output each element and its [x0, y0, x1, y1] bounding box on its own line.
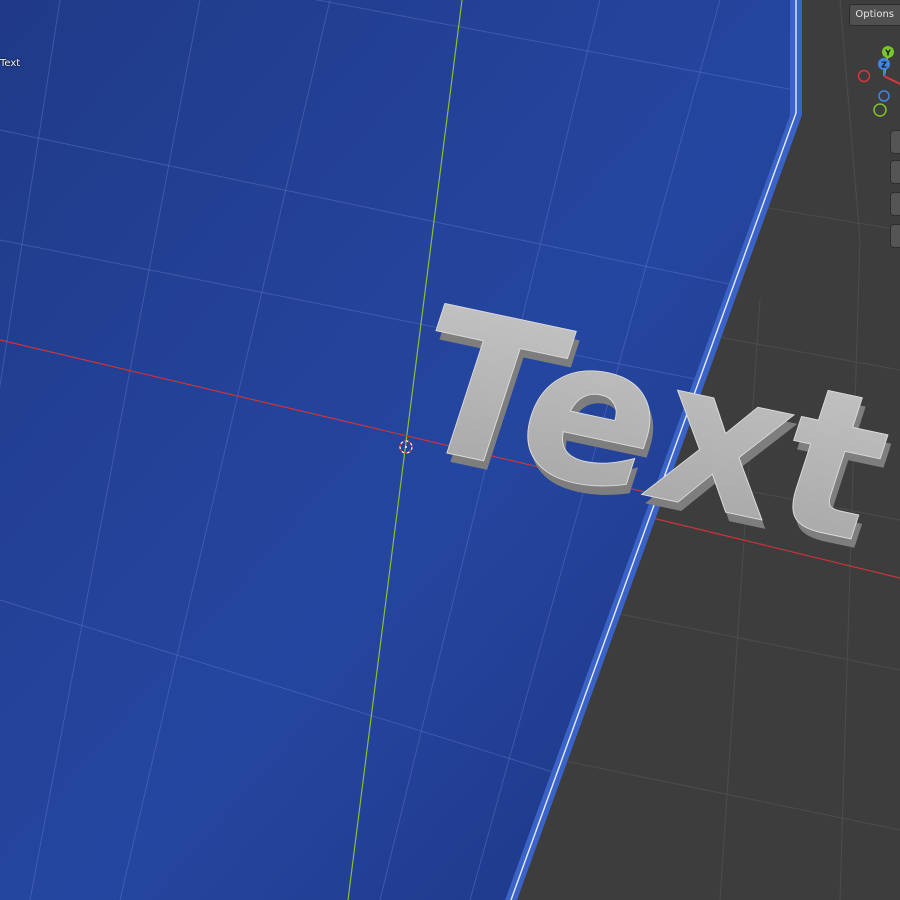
active-object-label: Text	[0, 58, 21, 69]
options-button[interactable]: Options	[849, 4, 900, 26]
zoom-icon[interactable]	[890, 130, 900, 154]
navigation-gizmo[interactable]: Y Z	[857, 46, 900, 117]
3d-viewport[interactable]: Text Text Y Z Text Options	[0, 0, 900, 900]
gizmo-neg-y-handle[interactable]	[873, 103, 887, 117]
gizmo-neg-x-handle[interactable]	[857, 69, 871, 83]
gizmo-neg-z-handle[interactable]	[878, 90, 890, 102]
hand-icon[interactable]	[890, 160, 900, 184]
gizmo-y-label: Y	[884, 49, 891, 58]
gizmo-z-label: Z	[881, 61, 887, 70]
grid-icon[interactable]	[890, 224, 900, 248]
viewport-scene[interactable]: Text Text Y Z	[0, 0, 900, 900]
camera-icon[interactable]	[890, 192, 900, 216]
